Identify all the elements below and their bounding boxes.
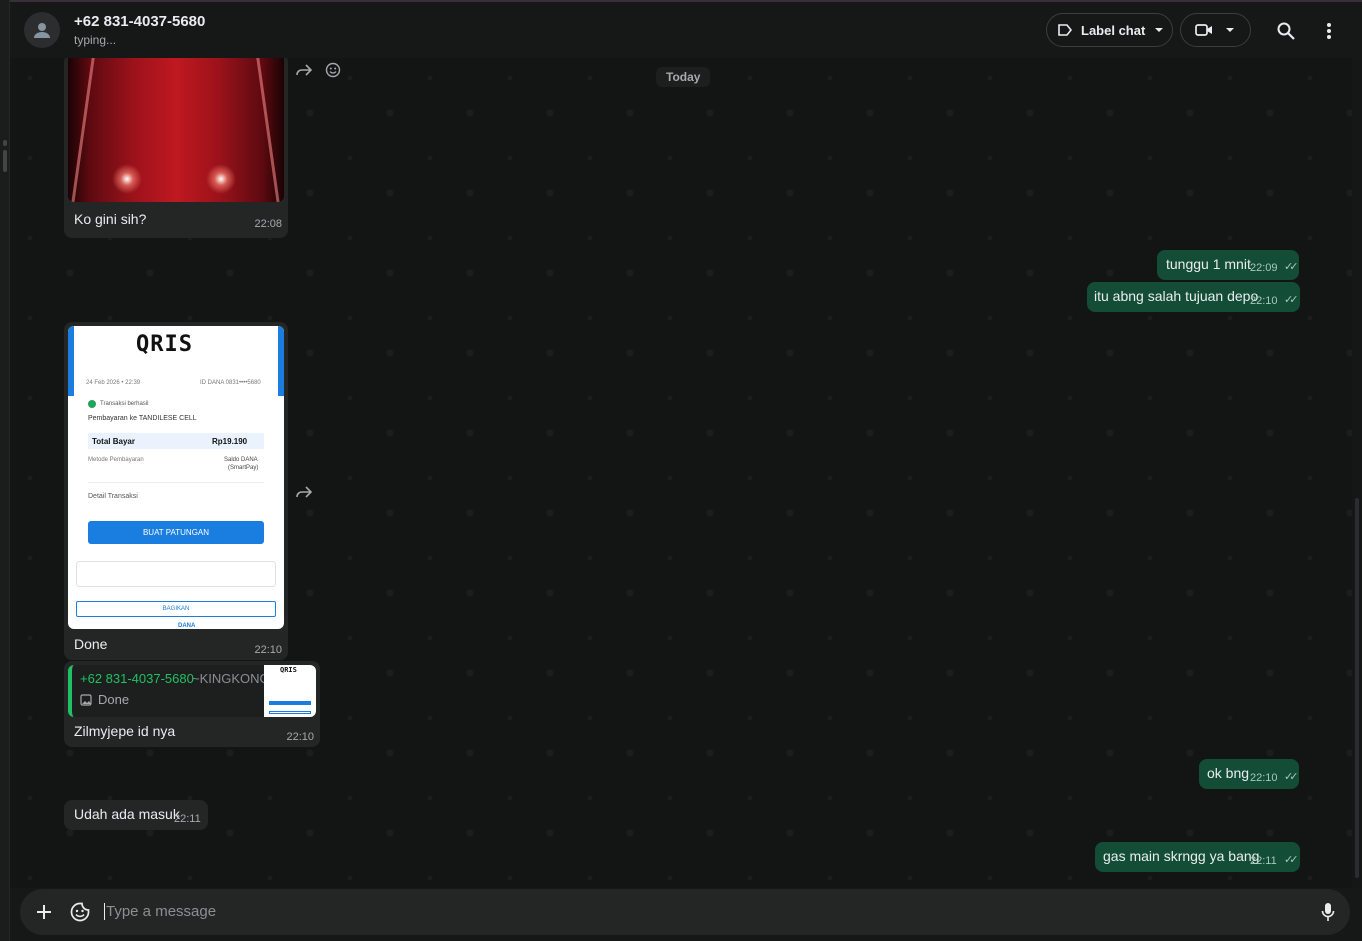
contact-status: typing... [74,33,117,47]
whatsapp-window: +62 831-4037-5680 typing... Label chat T… [0,0,1362,941]
chat-scrollbar[interactable] [1352,58,1362,888]
message-image[interactable] [68,58,284,202]
read-receipt-icon: ✓✓ [1284,261,1299,273]
outgoing-message[interactable]: tunggu 1 mnit 22:09 ✓✓ [1157,250,1299,280]
date-chip: Today [656,67,711,87]
message-time: 22:11 [1250,855,1277,867]
video-call-button[interactable] [1180,13,1251,47]
forward-button[interactable] [294,60,314,80]
avatar[interactable] [24,12,60,48]
message-list[interactable]: Today Ko gini sih? 22:08 tunggu 1 mnit 2… [10,58,1352,888]
video-camera-icon [1195,24,1212,36]
plus-icon [37,905,51,919]
message-time: 22:10 [1250,295,1278,307]
receipt-id: ID DANA 0831••••5680 [200,380,261,386]
success-check-icon [88,400,96,408]
method-value: Saldo DANA [224,457,258,463]
message-time: 22:10 [1250,772,1278,784]
voice-message-button[interactable] [1316,900,1340,924]
outgoing-message[interactable]: gas main skrngg ya bang 22:11 ✓✓ [1095,842,1300,872]
message-time: 22:08 [254,218,282,230]
message-input[interactable]: Type a message [104,903,216,920]
method-label: Metode Pembayaran [88,457,144,463]
quoted-message[interactable]: +62 831-4037-5680 ~KINGKONG Done QRIS [68,665,316,717]
message-text: gas main skrngg ya bang [1103,848,1260,864]
quoted-content: Done [80,692,129,707]
reply-message[interactable]: +62 831-4037-5680 ~KINGKONG Done QRIS Zi… [64,661,320,747]
buat-patungan-button: BUAT PATUNGAN [88,521,264,544]
chat-header: +62 831-4037-5680 typing... Label chat [10,2,1362,58]
receipt-status: Transaksi berhasil [100,401,149,407]
left-panel-edge [0,0,10,941]
receipt-date: 24 Feb 2026 • 22:39 [86,380,141,386]
method-value-sub: (SmartPay) [228,465,259,471]
scrollbar-thumb[interactable] [1355,498,1359,878]
forward-button[interactable] [294,482,314,502]
sticker-button[interactable] [68,900,92,924]
read-receipt-icon: ✓✓ [1284,294,1299,306]
incoming-message[interactable]: Udah ada masuk 22:11 [64,800,208,830]
message-caption: Done [74,636,108,652]
emoji-icon [325,62,341,78]
loading-box [76,561,276,587]
label-chat-text: Label chat [1081,22,1146,38]
more-vertical-icon [1327,23,1331,39]
quoted-text: Done [98,692,130,707]
quoted-thumbnail: QRIS [264,665,316,717]
label-icon [1058,24,1073,36]
detail-label: Detail Transaksi [88,493,138,500]
react-button[interactable] [323,60,343,80]
quoted-nickname: ~KINGKONG [192,671,270,686]
sticker-icon [70,902,90,922]
total-label: Total Bayar [92,437,135,446]
outgoing-message[interactable]: itu abng salah tujuan depo 22:10 ✓✓ [1087,282,1300,312]
scroll-handle[interactable] [3,150,7,172]
menu-button[interactable] [1316,18,1342,44]
message-text: tunggu 1 mnit [1166,256,1251,272]
scroll-handle-small[interactable] [3,140,7,146]
chevron-down-icon [1226,28,1234,32]
label-chat-button[interactable]: Label chat [1046,13,1173,47]
attach-button[interactable] [32,900,56,924]
forward-icon [296,486,312,498]
receipt-merchant: Pembayaran ke TANDILESE CELL [88,415,197,422]
search-button[interactable] [1273,18,1299,44]
dana-footer: DANA [178,623,196,629]
message-caption: Ko gini sih? [74,211,147,227]
chevron-down-icon [1155,28,1164,32]
contact-name[interactable]: +62 831-4037-5680 [74,13,205,30]
image-message[interactable]: QRIS 24 Feb 2026 • 22:39 ID DANA 0831•••… [64,322,288,660]
message-text: itu abng salah tujuan depo [1094,288,1259,304]
message-time: 22:09 [1250,262,1278,274]
microphone-icon [1321,903,1335,921]
message-composer: Type a message [20,889,1350,935]
message-time: 22:11 [174,813,201,825]
photo-icon [80,693,92,706]
message-time: 22:10 [286,731,314,743]
message-text: Zilmyjepe id nya [74,723,176,739]
qris-logo: QRIS [136,332,193,357]
read-receipt-icon: ✓✓ [1284,771,1299,783]
total-value: Rp19.190 [212,437,248,446]
message-text: ok bng [1207,765,1250,781]
image-message[interactable]: Ko gini sih? 22:08 [64,58,288,238]
user-icon [34,23,50,38]
message-text: Udah ada masuk [74,806,180,822]
read-receipt-icon: ✓✓ [1284,854,1299,866]
quoted-sender: +62 831-4037-5680 [80,671,194,686]
outgoing-message[interactable]: ok bng 22:10 ✓✓ [1199,759,1299,789]
share-button: BAGIKAN [76,601,276,617]
receipt-image[interactable]: QRIS 24 Feb 2026 • 22:39 ID DANA 0831•••… [68,326,284,629]
search-icon [1277,22,1295,40]
message-time: 22:10 [254,644,282,656]
forward-icon [296,64,312,76]
